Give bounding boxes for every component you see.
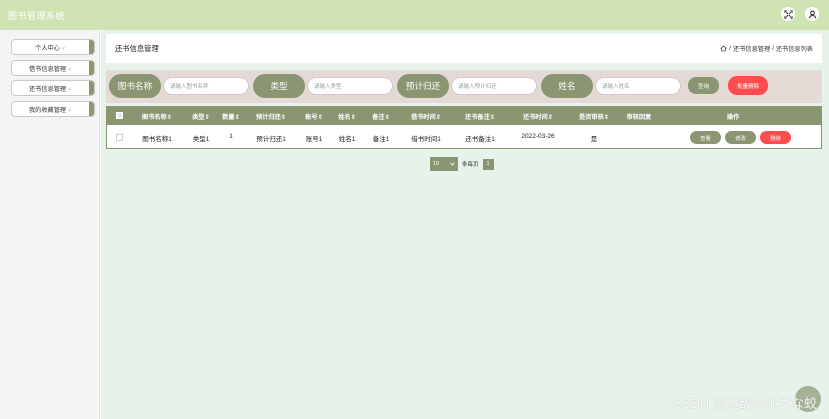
sort-icon: ⇕ <box>489 114 495 121</box>
column-header[interactable]: 类型⇕ <box>192 112 210 121</box>
filter-label-expected-return: 预计归还 <box>397 74 449 98</box>
sidebar-item-accent <box>89 81 94 95</box>
sort-icon: ⇕ <box>435 114 441 121</box>
column-header[interactable]: 姓名⇕ <box>338 112 356 121</box>
sidebar-item-accent <box>89 61 94 75</box>
cell-reviewed: 是 <box>590 136 598 143</box>
search-button[interactable]: 查询 <box>688 77 719 94</box>
sort-icon: ⇕ <box>280 114 286 121</box>
per-page-label: 条每页 <box>462 162 479 168</box>
sort-icon: ⇕ <box>384 114 390 121</box>
filter-label-book-name: 图书名称 <box>109 74 161 98</box>
pagination: 10 条每页 1 <box>430 157 494 171</box>
page-title: 还书信息管理 <box>115 44 159 53</box>
watermark: CSDN @无敌の小さな蛟 <box>672 396 817 411</box>
column-header[interactable]: 备注⇕ <box>372 112 390 121</box>
column-header[interactable]: 图书名称⇕ <box>142 112 172 121</box>
sort-icon: ⇕ <box>350 114 356 121</box>
column-header: 操作 <box>726 114 740 121</box>
sidebar-item-label: 还书信息管理 <box>28 85 67 93</box>
breadcrumb-item: 还书信息列表 <box>775 46 813 53</box>
cell-quantity: 1 <box>229 133 233 140</box>
page-number-current[interactable]: 1 <box>482 158 494 170</box>
column-header[interactable]: 借书时间⇕ <box>411 112 441 121</box>
sidebar-item-accent <box>89 40 94 54</box>
cell-return-remark: 还书备注1 <box>465 136 495 143</box>
return-records-table: 图书名称⇕ 类型⇕ 数量⇕ 预计归还⇕ 账号⇕ 姓名⇕ 备注⇕ 借书时间⇕ 还书… <box>106 106 822 149</box>
breadcrumb-separator: / <box>772 45 774 52</box>
table-header: 图书名称⇕ 类型⇕ 数量⇕ 预计归还⇕ 账号⇕ 姓名⇕ 备注⇕ 借书时间⇕ 还书… <box>107 107 821 125</box>
user-icon[interactable] <box>805 7 819 21</box>
sort-icon: ⇕ <box>547 114 553 121</box>
column-header[interactable]: 还书备注⇕ <box>465 112 495 121</box>
cell-account: 账号1 <box>305 136 323 143</box>
top-bar: 图书管理系统 <box>0 0 829 30</box>
sidebar-item-return-management[interactable]: 还书信息管理 ˅ <box>11 80 95 96</box>
sort-icon: ⇕ <box>166 114 172 121</box>
sidebar-item-label: 借书信息管理 <box>28 65 67 73</box>
cell-expected-return: 预计归还1 <box>256 136 286 143</box>
cell-book-name: 图书名称1 <box>142 136 172 143</box>
breadcrumb-separator: / <box>729 45 732 52</box>
chevron-down-icon: ˅ <box>68 107 72 114</box>
column-header[interactable]: 是否审核⇕ <box>579 112 609 121</box>
chevron-down-icon: ˅ <box>68 66 72 73</box>
select-all-checkbox[interactable] <box>116 112 123 119</box>
header-panel: 还书信息管理 / 还书信息管理 / 还书信息列表 <box>106 34 822 63</box>
column-header: 审核回复 <box>626 114 652 121</box>
cell-remark: 备注1 <box>372 136 390 143</box>
chevron-down-icon: ˅ <box>68 86 72 93</box>
column-header[interactable]: 预计归还⇕ <box>256 112 286 121</box>
main-content: 还书信息管理 / 还书信息管理 / 还书信息列表 图书名称 请输入图书名称 类型… <box>101 30 829 419</box>
sidebar: 个人中心 ˅ 借书信息管理 ˅ 还书信息管理 ˅ 我的收藏管理 ˅ <box>0 30 100 419</box>
page-size-select[interactable]: 10 <box>430 157 458 171</box>
column-header[interactable]: 账号⇕ <box>305 112 323 121</box>
sidebar-item-personal-center[interactable]: 个人中心 ˅ <box>11 39 95 55</box>
home-icon[interactable] <box>720 45 727 52</box>
fullscreen-icon[interactable] <box>781 7 795 21</box>
sort-icon: ⇕ <box>317 114 323 121</box>
column-header[interactable]: 数量⇕ <box>222 112 240 121</box>
row-checkbox[interactable] <box>116 134 123 141</box>
sidebar-item-borrow-management[interactable]: 借书信息管理 ˅ <box>11 60 95 76</box>
filter-label-name: 姓名 <box>541 74 593 98</box>
cell-name: 姓名1 <box>338 136 356 143</box>
breadcrumb-item[interactable]: 还书信息管理 <box>733 44 770 53</box>
cell-type: 类型1 <box>192 136 210 143</box>
sidebar-item-label: 个人中心 <box>35 44 60 52</box>
column-header[interactable]: 还书时间⇕ <box>523 112 553 121</box>
search-panel: 图书名称 请输入图书名称 类型 请输入类型 预计归还 请输入预计归还 姓名 请输… <box>106 70 822 103</box>
sort-icon: ⇕ <box>234 114 240 121</box>
delete-button[interactable]: 删除 <box>760 131 791 144</box>
sort-icon: ⇕ <box>204 114 210 121</box>
type-input[interactable]: 请输入类型 <box>307 77 393 95</box>
book-name-input[interactable]: 请输入图书名称 <box>163 77 249 95</box>
cell-return-time: 2022-03-26 <box>521 133 555 140</box>
batch-delete-button[interactable]: 批量删除 <box>728 76 768 95</box>
expected-return-input[interactable]: 请输入预计归还 <box>451 77 537 95</box>
app-title: 图书管理系统 <box>8 11 66 21</box>
page-size-value: 10 <box>433 161 440 167</box>
cell-borrow-time: 借书时间1 <box>411 136 441 143</box>
sidebar-item-accent <box>89 102 94 116</box>
sidebar-item-favorites-management[interactable]: 我的收藏管理 ˅ <box>11 101 95 117</box>
view-button[interactable]: 查看 <box>690 131 721 144</box>
chevron-down-icon: ˅ <box>61 45 65 52</box>
name-input[interactable]: 请输入姓名 <box>595 77 681 95</box>
sort-icon: ⇕ <box>603 114 609 121</box>
sidebar-item-label: 我的收藏管理 <box>28 106 67 114</box>
breadcrumb: / 还书信息管理 / 还书信息列表 <box>720 44 813 53</box>
edit-button[interactable]: 修改 <box>725 131 756 144</box>
chevron-down-icon <box>450 162 455 166</box>
filter-label-type: 类型 <box>253 74 305 98</box>
